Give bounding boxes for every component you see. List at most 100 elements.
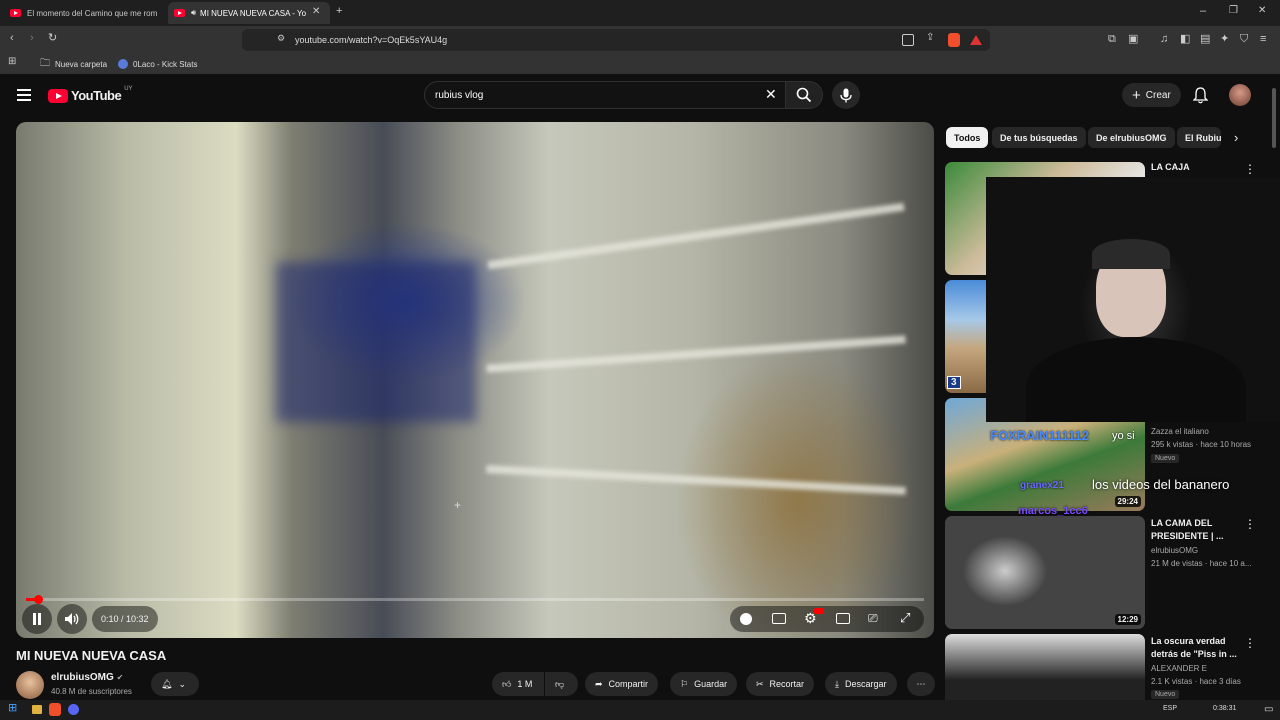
hd-badge <box>814 608 824 614</box>
webcam-shirt <box>1026 337 1246 422</box>
forward-icon[interactable]: › <box>30 33 34 44</box>
more-actions-button[interactable]: ⋯ <box>907 672 935 696</box>
music-icon[interactable]: ♫ <box>1160 34 1168 45</box>
brave-taskbar-icon[interactable] <box>49 703 61 716</box>
video-thumbnail[interactable] <box>945 634 1145 700</box>
player-right-controls: ⚙ ⎚ ⤢ <box>730 606 924 632</box>
keyboard-language[interactable]: ESP <box>1163 705 1177 712</box>
wallet-icon[interactable]: ▤ <box>1200 34 1210 45</box>
tab-active[interactable]: 🔊︎ MI NUEVA NUEVA CASA - Yo <box>168 2 330 24</box>
subscriber-count: 40.8 M de suscriptores <box>51 687 132 696</box>
bookmark-kick-stats[interactable]: 0Laco - Kick Stats <box>118 57 197 71</box>
plus-icon: + <box>1132 86 1141 104</box>
sidebar-icon[interactable]: ◧ <box>1180 34 1190 45</box>
subscription-bell-button[interactable]: 🔔︎ ⌄ <box>151 672 199 696</box>
video-thumbnail[interactable]: 12:29 <box>945 516 1145 629</box>
video-title: MI NUEVA NUEVA CASA <box>16 648 167 663</box>
windows-start-icon[interactable]: ⊞ <box>8 703 17 714</box>
notifications-icon[interactable]: ▭ <box>1264 704 1273 715</box>
address-bar[interactable]: ⚙ youtube.com/watch?v=OqEk5sYAU4g ⇪ <box>242 29 990 51</box>
video-title-rec[interactable]: LA CAMA DEL PRESIDENTE | ... <box>1151 517 1241 543</box>
pause-button[interactable] <box>22 604 52 634</box>
reload-icon[interactable]: ↻ <box>48 33 57 44</box>
video-player[interactable]: + 0:10 / 10:32 ⚙ ⎚ ⤢ <box>16 122 934 638</box>
vpn-icon[interactable]: ⛉ <box>1240 34 1248 45</box>
volume-button[interactable] <box>57 604 87 634</box>
system-clock[interactable]: 0:38:31 <box>1213 705 1236 712</box>
chips-next-chevron-icon[interactable]: › <box>1234 130 1238 145</box>
chip-el-rubiu[interactable]: El Rubiu <box>1177 127 1221 148</box>
video-title-rec[interactable]: La oscura verdad detrás de "Piss in ... <box>1151 635 1241 661</box>
like-button[interactable]: 👍︎ 1 M <box>492 672 544 696</box>
pause-icon <box>33 613 41 625</box>
brave-shield-icon[interactable] <box>948 33 960 47</box>
site-info-icon[interactable]: ⚙ <box>277 34 285 43</box>
page-scrollbar[interactable] <box>1272 88 1276 148</box>
restore-icon[interactable]: ❐ <box>1229 6 1238 16</box>
save-button[interactable]: ⚐ Guardar <box>670 672 738 696</box>
hamburger-menu-icon[interactable] <box>17 89 31 101</box>
video-frame-shelf <box>486 465 906 495</box>
streamer-webcam-overlay <box>986 177 1280 422</box>
share-icon[interactable]: ⇪ <box>926 33 934 43</box>
fullscreen-icon[interactable]: ⤢ <box>900 610 910 626</box>
chat-overlay-username: FOXRAIN111112 <box>990 428 1090 443</box>
miniplayer-icon[interactable] <box>836 613 850 624</box>
create-label: Crear <box>1145 89 1171 101</box>
apps-grid-icon[interactable]: ⊞ <box>8 57 16 67</box>
chevron-down-icon: ⌄ <box>178 678 186 689</box>
scrubber-handle[interactable] <box>34 595 43 604</box>
bookmark-label: Nueva carpeta <box>55 59 108 69</box>
more-vertical-icon[interactable]: ⋮ <box>1244 636 1256 650</box>
leo-ai-icon[interactable]: ✦ <box>1220 34 1229 45</box>
tab-inactive[interactable]: El momento del Camino que me rom <box>4 2 164 24</box>
clip-button[interactable]: ✂ Recortar <box>746 672 815 696</box>
chip-busquedas[interactable]: De tus búsquedas <box>992 127 1086 148</box>
chat-overlay-message: yo si <box>1112 430 1135 442</box>
bookmark-folder[interactable]: 🗀 Nueva carpeta <box>40 57 107 71</box>
menu-icon[interactable]: ≡ <box>1260 34 1266 45</box>
bookmarks-bar: ⊞ 🗀 Nueva carpeta 0Laco - Kick Stats <box>0 54 1280 74</box>
extensions-icon[interactable]: ⧉ <box>1108 34 1116 45</box>
subtitles-icon[interactable] <box>772 613 786 624</box>
minimize-icon[interactable]: – <box>1200 6 1206 17</box>
channel-name-rec[interactable]: elrubiusOMG <box>1151 546 1198 555</box>
search-icon <box>796 87 812 103</box>
voice-search-button[interactable] <box>832 81 860 109</box>
progress-bar[interactable] <box>26 598 924 601</box>
youtube-logo[interactable]: YouTube UY <box>48 86 133 103</box>
video-title-rec[interactable]: LA CAJA <box>1151 161 1241 174</box>
brave-rewards-icon[interactable] <box>970 35 982 45</box>
autoplay-toggle-icon[interactable] <box>740 613 752 625</box>
thumbs-down-icon: 👎︎ <box>555 678 565 689</box>
cast-icon[interactable]: ⎚ <box>868 611 878 626</box>
dislike-button[interactable]: 👎︎ <box>545 672 578 696</box>
screenshot-icon[interactable]: ▣ <box>1128 34 1138 45</box>
youtube-wordmark: YouTube <box>71 88 122 103</box>
chip-todos[interactable]: Todos <box>946 127 989 148</box>
close-window-icon[interactable]: ✕ <box>1258 6 1266 16</box>
new-tab-icon[interactable]: + <box>336 6 342 17</box>
create-button[interactable]: + Crear <box>1122 83 1181 107</box>
discord-taskbar-icon[interactable] <box>68 704 79 715</box>
account-avatar[interactable] <box>1229 84 1251 106</box>
more-vertical-icon[interactable]: ⋮ <box>1244 162 1256 176</box>
picture-in-picture-icon[interactable] <box>902 34 914 46</box>
download-button[interactable]: ⤓ Descargar <box>825 672 897 696</box>
notifications-bell-icon[interactable] <box>1193 87 1208 104</box>
more-vertical-icon[interactable]: ⋮ <box>1244 517 1256 531</box>
video-duration: 29:24 <box>1114 496 1141 507</box>
channel-name[interactable]: elrubiusOMG ✔ <box>51 672 123 683</box>
share-button[interactable]: ➦ Compartir <box>585 672 659 696</box>
search-input[interactable]: rubius vlog ✕ <box>424 81 786 109</box>
back-icon[interactable]: ‹ <box>10 33 14 44</box>
channel-avatar[interactable] <box>16 671 44 699</box>
clear-search-icon[interactable]: ✕ <box>765 86 777 103</box>
close-tab-icon[interactable]: ✕ <box>312 7 320 17</box>
file-explorer-icon[interactable] <box>32 705 42 714</box>
channel-name-rec[interactable]: ALEXANDER E <box>1151 664 1207 673</box>
cursor-crosshair-icon: + <box>454 498 462 512</box>
chip-channel[interactable]: De elrubiusOMG <box>1088 127 1175 148</box>
channel-name-rec[interactable]: Zazza el italiano <box>1151 427 1209 436</box>
search-button[interactable] <box>785 81 823 109</box>
